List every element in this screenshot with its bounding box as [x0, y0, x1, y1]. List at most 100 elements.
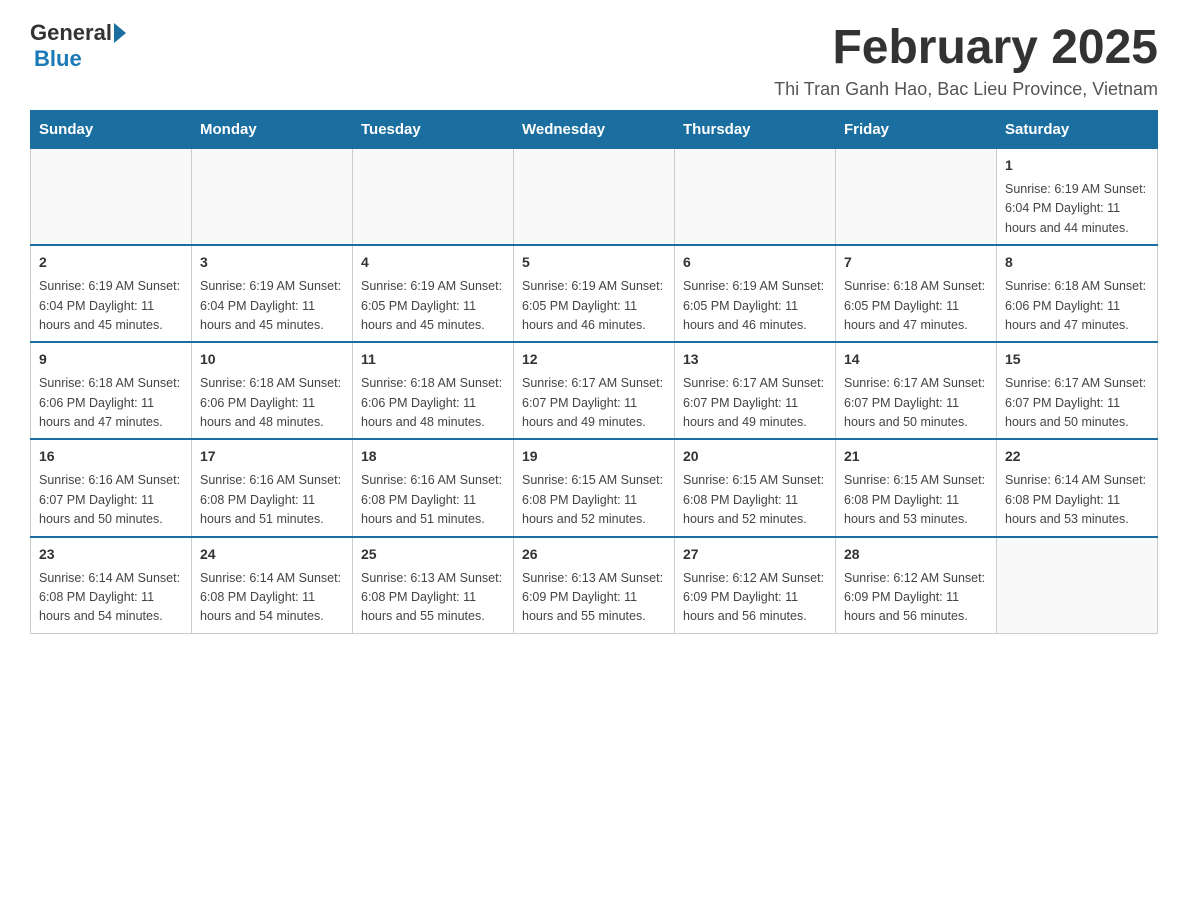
day-number: 27 [683, 544, 827, 565]
calendar-cell: 3 Sunrise: 6:19 AM Sunset: 6:04 PM Daylig… [192, 245, 353, 342]
day-info: Sunrise: 6:19 AM Sunset: 6:04 PM Dayligh… [39, 277, 183, 335]
calendar-cell [192, 149, 353, 246]
day-info: Sunrise: 6:14 AM Sunset: 6:08 PM Dayligh… [39, 569, 183, 627]
day-number: 23 [39, 544, 183, 565]
calendar-week-row: 2 Sunrise: 6:19 AM Sunset: 6:04 PM Daylig… [31, 245, 1158, 342]
calendar-cell: 17 Sunrise: 6:16 AM Sunset: 6:08 PM Dayli… [192, 439, 353, 536]
day-info: Sunrise: 6:17 AM Sunset: 6:07 PM Dayligh… [1005, 374, 1149, 432]
calendar-cell: 19 Sunrise: 6:15 AM Sunset: 6:08 PM Dayli… [514, 439, 675, 536]
day-info: Sunrise: 6:19 AM Sunset: 6:05 PM Dayligh… [683, 277, 827, 335]
calendar-cell: 27 Sunrise: 6:12 AM Sunset: 6:09 PM Dayli… [675, 537, 836, 634]
calendar-cell: 4 Sunrise: 6:19 AM Sunset: 6:05 PM Daylig… [353, 245, 514, 342]
page-subtitle: Thi Tran Ganh Hao, Bac Lieu Province, Vi… [774, 79, 1158, 100]
day-info: Sunrise: 6:18 AM Sunset: 6:06 PM Dayligh… [361, 374, 505, 432]
calendar-header-saturday: Saturday [997, 111, 1158, 149]
calendar-cell [836, 149, 997, 246]
calendar-cell: 21 Sunrise: 6:15 AM Sunset: 6:08 PM Dayli… [836, 439, 997, 536]
calendar-table: SundayMondayTuesdayWednesdayThursdayFrid… [30, 110, 1158, 634]
day-number: 20 [683, 446, 827, 467]
day-info: Sunrise: 6:16 AM Sunset: 6:08 PM Dayligh… [200, 471, 344, 529]
day-info: Sunrise: 6:14 AM Sunset: 6:08 PM Dayligh… [1005, 471, 1149, 529]
calendar-cell [675, 149, 836, 246]
logo-arrow-icon [114, 23, 126, 43]
title-area: February 2025 Thi Tran Ganh Hao, Bac Lie… [774, 20, 1158, 100]
calendar-header-row: SundayMondayTuesdayWednesdayThursdayFrid… [31, 111, 1158, 149]
calendar-header-thursday: Thursday [675, 111, 836, 149]
day-number: 24 [200, 544, 344, 565]
calendar-cell: 15Sunrise: 6:17 AM Sunset: 6:07 PM Dayli… [997, 342, 1158, 439]
day-info: Sunrise: 6:16 AM Sunset: 6:08 PM Dayligh… [361, 471, 505, 529]
day-number: 18 [361, 446, 505, 467]
day-info: Sunrise: 6:19 AM Sunset: 6:04 PM Dayligh… [200, 277, 344, 335]
calendar-cell: 6 Sunrise: 6:19 AM Sunset: 6:05 PM Daylig… [675, 245, 836, 342]
calendar-header-friday: Friday [836, 111, 997, 149]
page-header: General Blue February 2025 Thi Tran Ganh… [30, 20, 1158, 100]
logo: General Blue [30, 20, 126, 72]
calendar-cell: 25Sunrise: 6:13 AM Sunset: 6:08 PM Dayli… [353, 537, 514, 634]
day-number: 16 [39, 446, 183, 467]
day-info: Sunrise: 6:18 AM Sunset: 6:06 PM Dayligh… [200, 374, 344, 432]
day-number: 11 [361, 349, 505, 370]
calendar-cell: 26 Sunrise: 6:13 AM Sunset: 6:09 PM Dayli… [514, 537, 675, 634]
day-info: Sunrise: 6:15 AM Sunset: 6:08 PM Dayligh… [683, 471, 827, 529]
calendar-cell: 28 Sunrise: 6:12 AM Sunset: 6:09 PM Dayli… [836, 537, 997, 634]
logo-blue: Blue [34, 46, 82, 72]
calendar-cell: 9 Sunrise: 6:18 AM Sunset: 6:06 PM Daylig… [31, 342, 192, 439]
calendar-cell: 23 Sunrise: 6:14 AM Sunset: 6:08 PM Dayli… [31, 537, 192, 634]
calendar-cell [31, 149, 192, 246]
day-number: 1 [1005, 155, 1149, 176]
day-number: 19 [522, 446, 666, 467]
day-info: Sunrise: 6:17 AM Sunset: 6:07 PM Dayligh… [844, 374, 988, 432]
day-info: Sunrise: 6:12 AM Sunset: 6:09 PM Dayligh… [844, 569, 988, 627]
calendar-cell: 12Sunrise: 6:17 AM Sunset: 6:07 PM Dayli… [514, 342, 675, 439]
day-number: 21 [844, 446, 988, 467]
day-number: 10 [200, 349, 344, 370]
calendar-header-monday: Monday [192, 111, 353, 149]
calendar-cell: 7 Sunrise: 6:18 AM Sunset: 6:05 PM Daylig… [836, 245, 997, 342]
day-number: 17 [200, 446, 344, 467]
day-info: Sunrise: 6:19 AM Sunset: 6:05 PM Dayligh… [361, 277, 505, 335]
calendar-cell: 5 Sunrise: 6:19 AM Sunset: 6:05 PM Daylig… [514, 245, 675, 342]
day-number: 8 [1005, 252, 1149, 273]
day-info: Sunrise: 6:16 AM Sunset: 6:07 PM Dayligh… [39, 471, 183, 529]
calendar-cell: 18 Sunrise: 6:16 AM Sunset: 6:08 PM Dayli… [353, 439, 514, 536]
calendar-cell: 14 Sunrise: 6:17 AM Sunset: 6:07 PM Dayli… [836, 342, 997, 439]
day-number: 2 [39, 252, 183, 273]
calendar-header-sunday: Sunday [31, 111, 192, 149]
calendar-header-tuesday: Tuesday [353, 111, 514, 149]
day-info: Sunrise: 6:15 AM Sunset: 6:08 PM Dayligh… [844, 471, 988, 529]
calendar-cell: 16 Sunrise: 6:16 AM Sunset: 6:07 PM Dayli… [31, 439, 192, 536]
calendar-week-row: 23 Sunrise: 6:14 AM Sunset: 6:08 PM Dayli… [31, 537, 1158, 634]
logo-general: General [30, 20, 112, 46]
calendar-cell: 10 Sunrise: 6:18 AM Sunset: 6:06 PM Dayli… [192, 342, 353, 439]
calendar-cell [353, 149, 514, 246]
day-info: Sunrise: 6:18 AM Sunset: 6:05 PM Dayligh… [844, 277, 988, 335]
calendar-cell: 20 Sunrise: 6:15 AM Sunset: 6:08 PM Dayli… [675, 439, 836, 536]
day-number: 6 [683, 252, 827, 273]
calendar-week-row: 16 Sunrise: 6:16 AM Sunset: 6:07 PM Dayli… [31, 439, 1158, 536]
day-number: 28 [844, 544, 988, 565]
calendar-cell [514, 149, 675, 246]
day-info: Sunrise: 6:12 AM Sunset: 6:09 PM Dayligh… [683, 569, 827, 627]
day-number: 3 [200, 252, 344, 273]
calendar-cell: 13Sunrise: 6:17 AM Sunset: 6:07 PM Dayli… [675, 342, 836, 439]
day-number: 9 [39, 349, 183, 370]
day-number: 4 [361, 252, 505, 273]
day-info: Sunrise: 6:18 AM Sunset: 6:06 PM Dayligh… [39, 374, 183, 432]
day-number: 7 [844, 252, 988, 273]
day-number: 5 [522, 252, 666, 273]
day-number: 25 [361, 544, 505, 565]
day-info: Sunrise: 6:14 AM Sunset: 6:08 PM Dayligh… [200, 569, 344, 627]
day-info: Sunrise: 6:13 AM Sunset: 6:09 PM Dayligh… [522, 569, 666, 627]
day-number: 12 [522, 349, 666, 370]
page-title: February 2025 [774, 20, 1158, 75]
day-info: Sunrise: 6:19 AM Sunset: 6:05 PM Dayligh… [522, 277, 666, 335]
day-info: Sunrise: 6:15 AM Sunset: 6:08 PM Dayligh… [522, 471, 666, 529]
day-number: 22 [1005, 446, 1149, 467]
day-number: 26 [522, 544, 666, 565]
calendar-cell: 22 Sunrise: 6:14 AM Sunset: 6:08 PM Dayli… [997, 439, 1158, 536]
calendar-cell: 1Sunrise: 6:19 AM Sunset: 6:04 PM Daylig… [997, 149, 1158, 246]
day-number: 14 [844, 349, 988, 370]
calendar-cell [997, 537, 1158, 634]
calendar-cell: 11 Sunrise: 6:18 AM Sunset: 6:06 PM Dayli… [353, 342, 514, 439]
